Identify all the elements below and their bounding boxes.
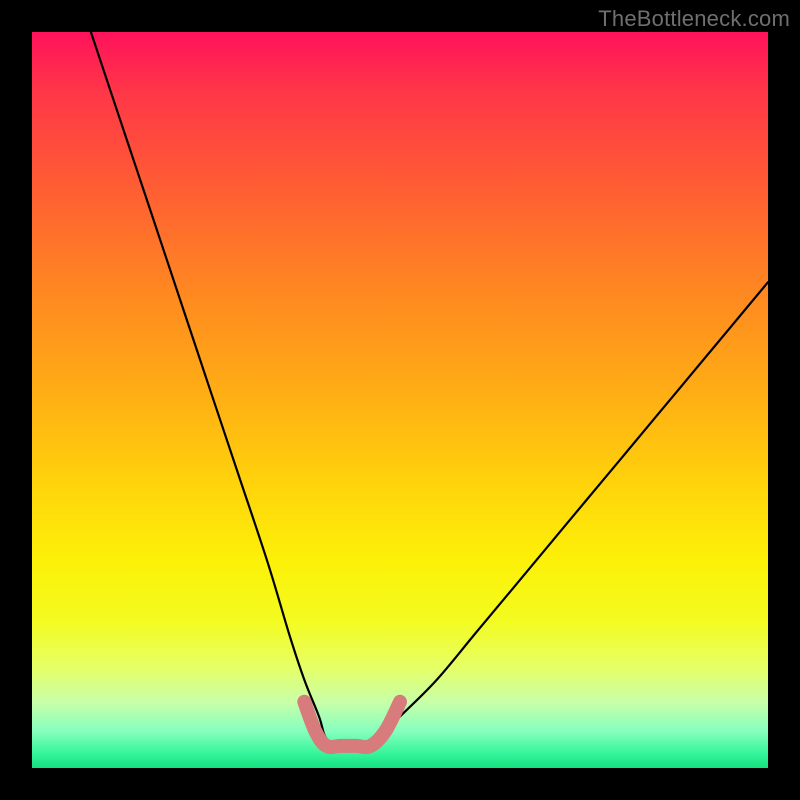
watermark-label: TheBottleneck.com — [598, 6, 790, 32]
curve-layer — [32, 32, 768, 768]
bottleneck-curve — [91, 32, 768, 747]
optimal-zone-curve — [304, 702, 400, 747]
chart-frame: TheBottleneck.com — [0, 0, 800, 800]
plot-area — [32, 32, 768, 768]
